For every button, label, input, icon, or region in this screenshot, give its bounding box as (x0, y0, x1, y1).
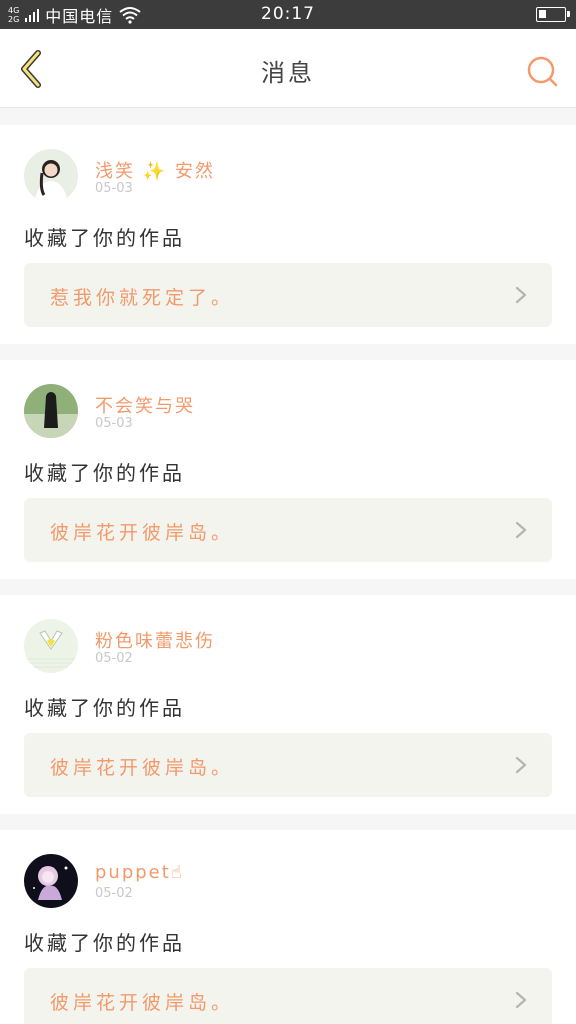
message-date: 05-02 (95, 886, 133, 901)
user-avatar[interactable] (24, 619, 78, 673)
work-link[interactable]: 彼岸花开彼岸岛。 (24, 733, 552, 797)
action-text: 收藏了你的作品 (24, 696, 185, 720)
message-card: 不会笑与哭 05-03 收藏了你的作品 彼岸花开彼岸岛。 (0, 360, 576, 579)
chevron-right-icon (515, 991, 527, 1009)
chevron-right-icon (515, 286, 527, 304)
work-link[interactable]: 彼岸花开彼岸岛。 (24, 498, 552, 562)
battery-level (539, 10, 546, 18)
message-date: 05-03 (95, 416, 133, 431)
work-title: 彼岸花开彼岸岛。 (50, 992, 235, 1014)
work-title: 彼岸花开彼岸岛。 (50, 522, 235, 544)
username[interactable]: 粉色味蕾悲伤 (95, 627, 215, 653)
status-bar: 4G 2G 中国电信 20:17 (0, 0, 576, 29)
user-avatar[interactable] (24, 149, 78, 203)
work-link[interactable]: 惹我你就死定了。 (24, 263, 552, 327)
username[interactable]: puppet☝ (95, 862, 184, 883)
user-avatar[interactable] (24, 854, 78, 908)
work-title: 惹我你就死定了。 (50, 287, 235, 309)
username[interactable]: 不会笑与哭 (95, 392, 195, 418)
status-time: 20:17 (261, 4, 315, 24)
action-text: 收藏了你的作品 (24, 226, 185, 250)
username[interactable]: 浅笑 ✨ 安然 (95, 157, 215, 183)
nav-bar: 消息 (0, 29, 576, 108)
search-button[interactable] (522, 51, 562, 91)
work-title: 彼岸花开彼岸岛。 (50, 757, 235, 779)
page-title: 消息 (261, 59, 315, 87)
message-date: 05-03 (95, 181, 133, 196)
chevron-right-icon (515, 756, 527, 774)
work-link[interactable]: 彼岸花开彼岸岛。 (24, 968, 552, 1024)
message-card: 浅笑 ✨ 安然 05-03 收藏了你的作品 惹我你就死定了。 (0, 125, 576, 344)
message-date: 05-02 (95, 651, 133, 666)
battery-icon (536, 7, 570, 22)
action-text: 收藏了你的作品 (24, 461, 185, 485)
message-card: puppet☝ 05-02 收藏了你的作品 彼岸花开彼岸岛。 (0, 830, 576, 1024)
chevron-right-icon (515, 521, 527, 539)
search-icon (527, 56, 558, 87)
message-card: 粉色味蕾悲伤 05-02 收藏了你的作品 彼岸花开彼岸岛。 (0, 595, 576, 814)
action-text: 收藏了你的作品 (24, 931, 185, 955)
user-avatar[interactable] (24, 384, 78, 438)
